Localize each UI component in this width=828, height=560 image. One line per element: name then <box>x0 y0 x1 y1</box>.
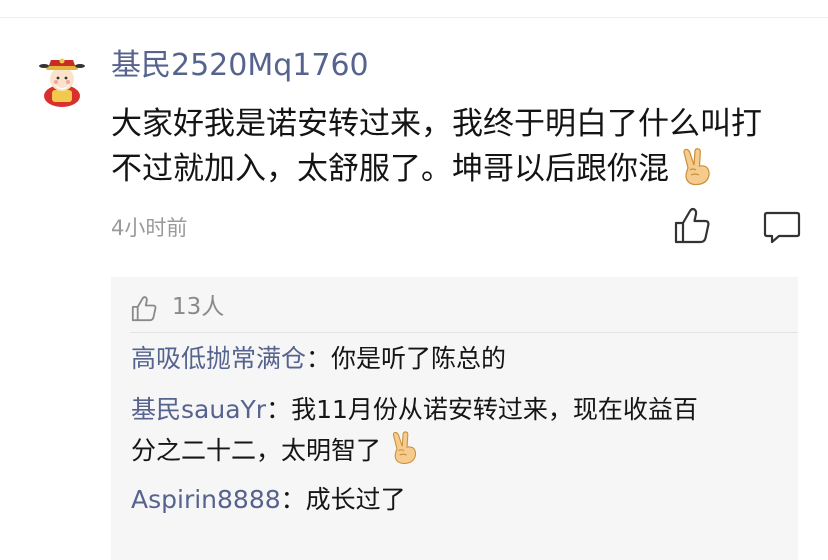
victory-hand-icon <box>683 148 710 186</box>
reply-text: 我11月份从诺安转过来，现在收益百 <box>291 395 698 424</box>
comment-text-line-2-text: 不过就加入，太舒服了。坤哥以后跟你混 <box>111 151 669 187</box>
reply-item-continued: 分之二十二，太明智了 <box>131 431 419 469</box>
reply-text: 你是听了陈总的 <box>331 344 507 373</box>
reply-text: 成长过了 <box>305 485 406 514</box>
fortune-god-avatar[interactable] <box>38 52 86 108</box>
reply-separator: ： <box>306 344 332 373</box>
top-divider <box>0 17 828 18</box>
reply-author[interactable]: Aspirin8888 <box>131 485 281 514</box>
victory-hand-icon <box>392 431 417 464</box>
like-count-text: 13人 <box>172 294 225 320</box>
thumbs-up-icon[interactable] <box>672 206 712 246</box>
reply-item: 基民sauaYr：我11月份从诺安转过来，现在收益百 <box>131 392 698 428</box>
reply-item: 高吸低抛常满仓：你是听了陈总的 <box>131 341 506 377</box>
reply-separator: ： <box>280 485 306 514</box>
reply-author[interactable]: 高吸低抛常满仓 <box>131 344 306 373</box>
comment-timestamp: 4小时前 <box>111 216 188 240</box>
comment-text-line-1: 大家好我是诺安转过来，我终于明白了什么叫打 <box>111 106 762 142</box>
comment-text-line-2: 不过就加入，太舒服了。坤哥以后跟你混 <box>111 148 713 189</box>
reply-separator: ： <box>266 395 292 424</box>
thumbs-up-small-icon <box>131 296 157 322</box>
comment-username[interactable]: 基民2520Mq1760 <box>111 46 369 86</box>
reply-item: Aspirin8888：成长过了 <box>131 482 406 518</box>
replies-divider <box>130 332 798 333</box>
reply-text-continued: 分之二十二，太明智了 <box>131 436 382 465</box>
comment-bubble-icon[interactable] <box>762 206 802 246</box>
reply-author[interactable]: 基民sauaYr <box>131 395 266 424</box>
